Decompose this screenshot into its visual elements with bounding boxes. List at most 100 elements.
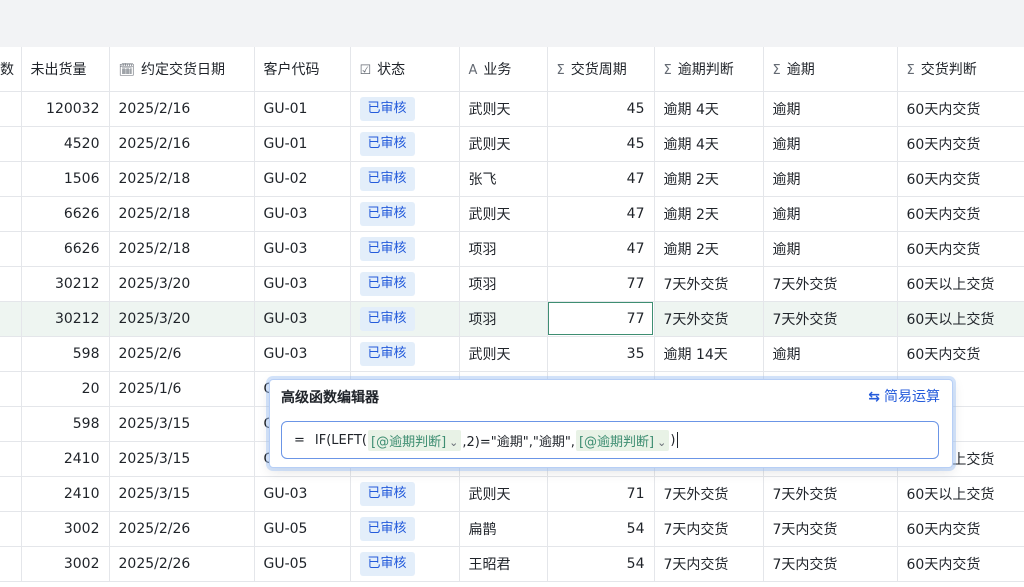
cell-rep[interactable]: 武则天 (459, 476, 548, 512)
cell-qty[interactable]: 30212 (21, 301, 110, 337)
cell-judge[interactable]: 7天外交货 (654, 301, 764, 337)
cell-qty[interactable]: 6626 (21, 196, 110, 232)
cell-cust[interactable]: GU-03 (254, 266, 351, 302)
cell-date[interactable]: 2025/3/20 (109, 301, 255, 337)
column-header[interactable]: 数 (0, 47, 22, 92)
row-cell[interactable] (0, 91, 22, 127)
cell-date[interactable]: 2025/2/16 (109, 91, 255, 127)
cell-delivery[interactable]: 60天以上交货 (897, 266, 1024, 302)
row-cell[interactable] (0, 231, 22, 267)
column-header[interactable]: 🗓 约定交货日期 (109, 47, 255, 92)
table-row[interactable]: 598 2025/2/6 GU-03 已审核 武则天 35 逾期 14天 逾期 60天内交货 (0, 336, 1024, 372)
cell-rep[interactable]: 武则天 (459, 91, 548, 127)
cell-status[interactable]: 已审核 (350, 196, 460, 232)
row-cell[interactable] (0, 161, 22, 197)
cell-date[interactable]: 2025/3/15 (109, 476, 255, 512)
cell-status[interactable]: 已审核 (350, 476, 460, 512)
cell-date[interactable]: 2025/2/26 (109, 511, 255, 547)
cell-status[interactable]: 已审核 (350, 546, 460, 582)
column-header[interactable]: A 业务 (459, 47, 548, 92)
column-header[interactable]: Σ 逾期 (763, 47, 898, 92)
cell-status[interactable]: 已审核 (350, 511, 460, 547)
cell-cust[interactable]: GU-01 (254, 91, 351, 127)
cell-qty[interactable]: 3002 (21, 511, 110, 547)
cell-rep[interactable]: 项羽 (459, 231, 548, 267)
cell-judge[interactable]: 逾期 2天 (654, 196, 764, 232)
table-row[interactable]: 30212 2025/3/20 GU-03 已审核 项羽 77 7天外交货 7天外交货 60天以… (0, 266, 1024, 302)
cell-rep[interactable]: 张飞 (459, 161, 548, 197)
cell-judge[interactable]: 逾期 2天 (654, 231, 764, 267)
cell-status[interactable]: 已审核 (350, 91, 460, 127)
row-cell[interactable] (0, 266, 22, 302)
cell-overdue[interactable]: 逾期 (763, 336, 898, 372)
chevron-down-icon[interactable]: ⌄ (657, 436, 666, 449)
cell-judge[interactable]: 7天外交货 (654, 266, 764, 302)
row-cell[interactable] (0, 371, 22, 407)
column-header[interactable]: Σ 交货周期 (547, 47, 655, 92)
cell-qty[interactable]: 20 (21, 371, 110, 407)
column-header[interactable]: 未出货量 (21, 47, 110, 92)
cell-rep[interactable]: 扁鹊 (459, 511, 548, 547)
cell-rep[interactable]: 武则天 (459, 126, 548, 162)
cell-overdue[interactable]: 7天外交货 (763, 476, 898, 512)
cell-judge[interactable]: 逾期 2天 (654, 161, 764, 197)
column-header[interactable]: Σ 交货判断 (897, 47, 1024, 92)
cell-judge[interactable]: 7天内交货 (654, 546, 764, 582)
cell-overdue[interactable]: 逾期 (763, 126, 898, 162)
cell-rep[interactable]: 项羽 (459, 266, 548, 302)
cell-status[interactable]: 已审核 (350, 301, 460, 337)
cell-delivery[interactable]: 60天内交货 (897, 126, 1024, 162)
cell-overdue[interactable]: 逾期 (763, 91, 898, 127)
cell-rep[interactable]: 武则天 (459, 336, 548, 372)
cell-cycle[interactable]: 47 (547, 231, 655, 267)
cell-qty[interactable]: 598 (21, 406, 110, 442)
cell-cycle[interactable]: 45 (547, 126, 655, 162)
table-row[interactable]: 30212 2025/3/20 GU-03 已审核 项羽 77 7天外交货 7天外交货 60天以… (0, 301, 1024, 337)
row-cell[interactable] (0, 406, 22, 442)
cell-cust[interactable]: GU-03 (254, 231, 351, 267)
cell-judge[interactable]: 逾期 4天 (654, 91, 764, 127)
cell-qty[interactable]: 4520 (21, 126, 110, 162)
row-cell[interactable] (0, 301, 22, 337)
row-cell[interactable] (0, 441, 22, 477)
formula-input[interactable]: = IF(LEFT( [@逾期判断] ⌄ ,2)="逾期","逾期", [@逾期判… (281, 421, 939, 459)
cell-judge[interactable]: 逾期 4天 (654, 126, 764, 162)
table-row[interactable]: 120032 2025/2/16 GU-01 已审核 武则天 45 逾期 4天 逾期 60天内交… (0, 91, 1024, 127)
cell-date[interactable]: 2025/2/18 (109, 161, 255, 197)
field-reference-token[interactable]: [@逾期判断] ⌄ (368, 429, 462, 451)
cell-overdue[interactable]: 逾期 (763, 196, 898, 232)
table-row[interactable]: 6626 2025/2/18 GU-03 已审核 武则天 47 逾期 2天 逾期 60天内交货 (0, 196, 1024, 232)
cell-overdue[interactable]: 7天内交货 (763, 546, 898, 582)
cell-cycle[interactable]: 35 (547, 336, 655, 372)
table-row[interactable]: 2410 2025/3/15 GU-03 已审核 武则天 71 7天外交货 7天外交货 60天以… (0, 476, 1024, 512)
row-cell[interactable] (0, 511, 22, 547)
cell-status[interactable]: 已审核 (350, 336, 460, 372)
cell-judge[interactable]: 7天外交货 (654, 476, 764, 512)
cell-cust[interactable]: GU-03 (254, 336, 351, 372)
cell-cycle[interactable]: 77 (547, 301, 655, 337)
cell-status[interactable]: 已审核 (350, 161, 460, 197)
cell-cust[interactable]: GU-05 (254, 511, 351, 547)
row-cell[interactable] (0, 336, 22, 372)
cell-delivery[interactable]: 60天以上交货 (897, 476, 1024, 512)
cell-cust[interactable]: GU-03 (254, 196, 351, 232)
table-row[interactable]: 3002 2025/2/26 GU-05 已审核 王昭君 54 7天内交货 7天内交货 60天内… (0, 546, 1024, 582)
column-header[interactable]: Σ 逾期判断 (654, 47, 764, 92)
cell-date[interactable]: 2025/2/18 (109, 196, 255, 232)
cell-qty[interactable]: 2410 (21, 441, 110, 477)
row-cell[interactable] (0, 546, 22, 582)
cell-cycle[interactable]: 47 (547, 196, 655, 232)
cell-status[interactable]: 已审核 (350, 231, 460, 267)
cell-delivery[interactable]: 60天内交货 (897, 161, 1024, 197)
cell-rep[interactable]: 武则天 (459, 196, 548, 232)
cell-qty[interactable]: 120032 (21, 91, 110, 127)
cell-qty[interactable]: 2410 (21, 476, 110, 512)
cell-cycle[interactable]: 54 (547, 511, 655, 547)
cell-qty[interactable]: 3002 (21, 546, 110, 582)
cell-qty[interactable]: 1506 (21, 161, 110, 197)
cell-date[interactable]: 2025/2/18 (109, 231, 255, 267)
cell-delivery[interactable]: 60天内交货 (897, 91, 1024, 127)
cell-date[interactable]: 2025/2/16 (109, 126, 255, 162)
cell-cycle[interactable]: 54 (547, 546, 655, 582)
table-row[interactable]: 4520 2025/2/16 GU-01 已审核 武则天 45 逾期 4天 逾期 60天内交货 (0, 126, 1024, 162)
